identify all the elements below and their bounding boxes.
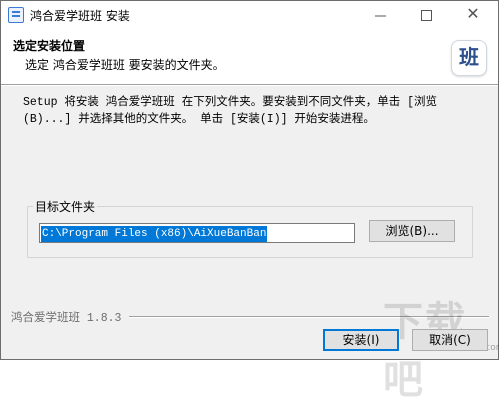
version-label: 鸿合爱学班班 1.8.3 [11,312,122,325]
cancel-button[interactable]: 取消(C) [412,329,488,351]
installer-window: 鸿合爱学班班 安装 ✕ 选定安装位置 选定 鸿合爱学班班 要安装的文件夹。 班 … [0,0,499,403]
browse-button[interactable]: 浏览(B)... [369,220,455,242]
install-path-value: C:\Program Files (x86)\AiXueBanBan [41,226,268,242]
maximize-icon [421,10,432,21]
instructions-line-2: (B)...] 并选择其他的文件夹。 单击 [安装(I)] 开始安装进程。 [23,113,375,126]
instructions-text: Setup 将安装 鸿合爱学班班 在下列文件夹。要安装到不同文件夹，单击 [浏览… [23,94,473,128]
window-title: 鸿合爱学班班 安装 [30,9,130,23]
minimize-button[interactable] [358,1,404,29]
app-icon [8,7,24,23]
maximize-button[interactable] [404,1,450,29]
install-path-input[interactable]: C:\Program Files (x86)\AiXueBanBan [39,223,355,243]
page-header: 选定安装位置 选定 鸿合爱学班班 要安装的文件夹。 班 [1,29,498,84]
page-title: 选定安装位置 [13,39,86,53]
instructions-line-1: Setup 将安装 鸿合爱学班班 在下列文件夹。要安装到不同文件夹，单击 [浏览 [23,96,438,109]
brand-logo: 班 [451,40,487,76]
page-subtitle: 选定 鸿合爱学班班 要安装的文件夹。 [25,58,225,72]
close-icon: ✕ [466,4,480,23]
title-bar[interactable]: 鸿合爱学班班 安装 ✕ [1,1,498,29]
close-button[interactable]: ✕ [450,1,496,29]
header-divider [1,84,498,86]
destination-group-label: 目标文件夹 [33,198,98,215]
minimize-icon [375,15,386,17]
install-button[interactable]: 安装(I) [323,329,399,351]
